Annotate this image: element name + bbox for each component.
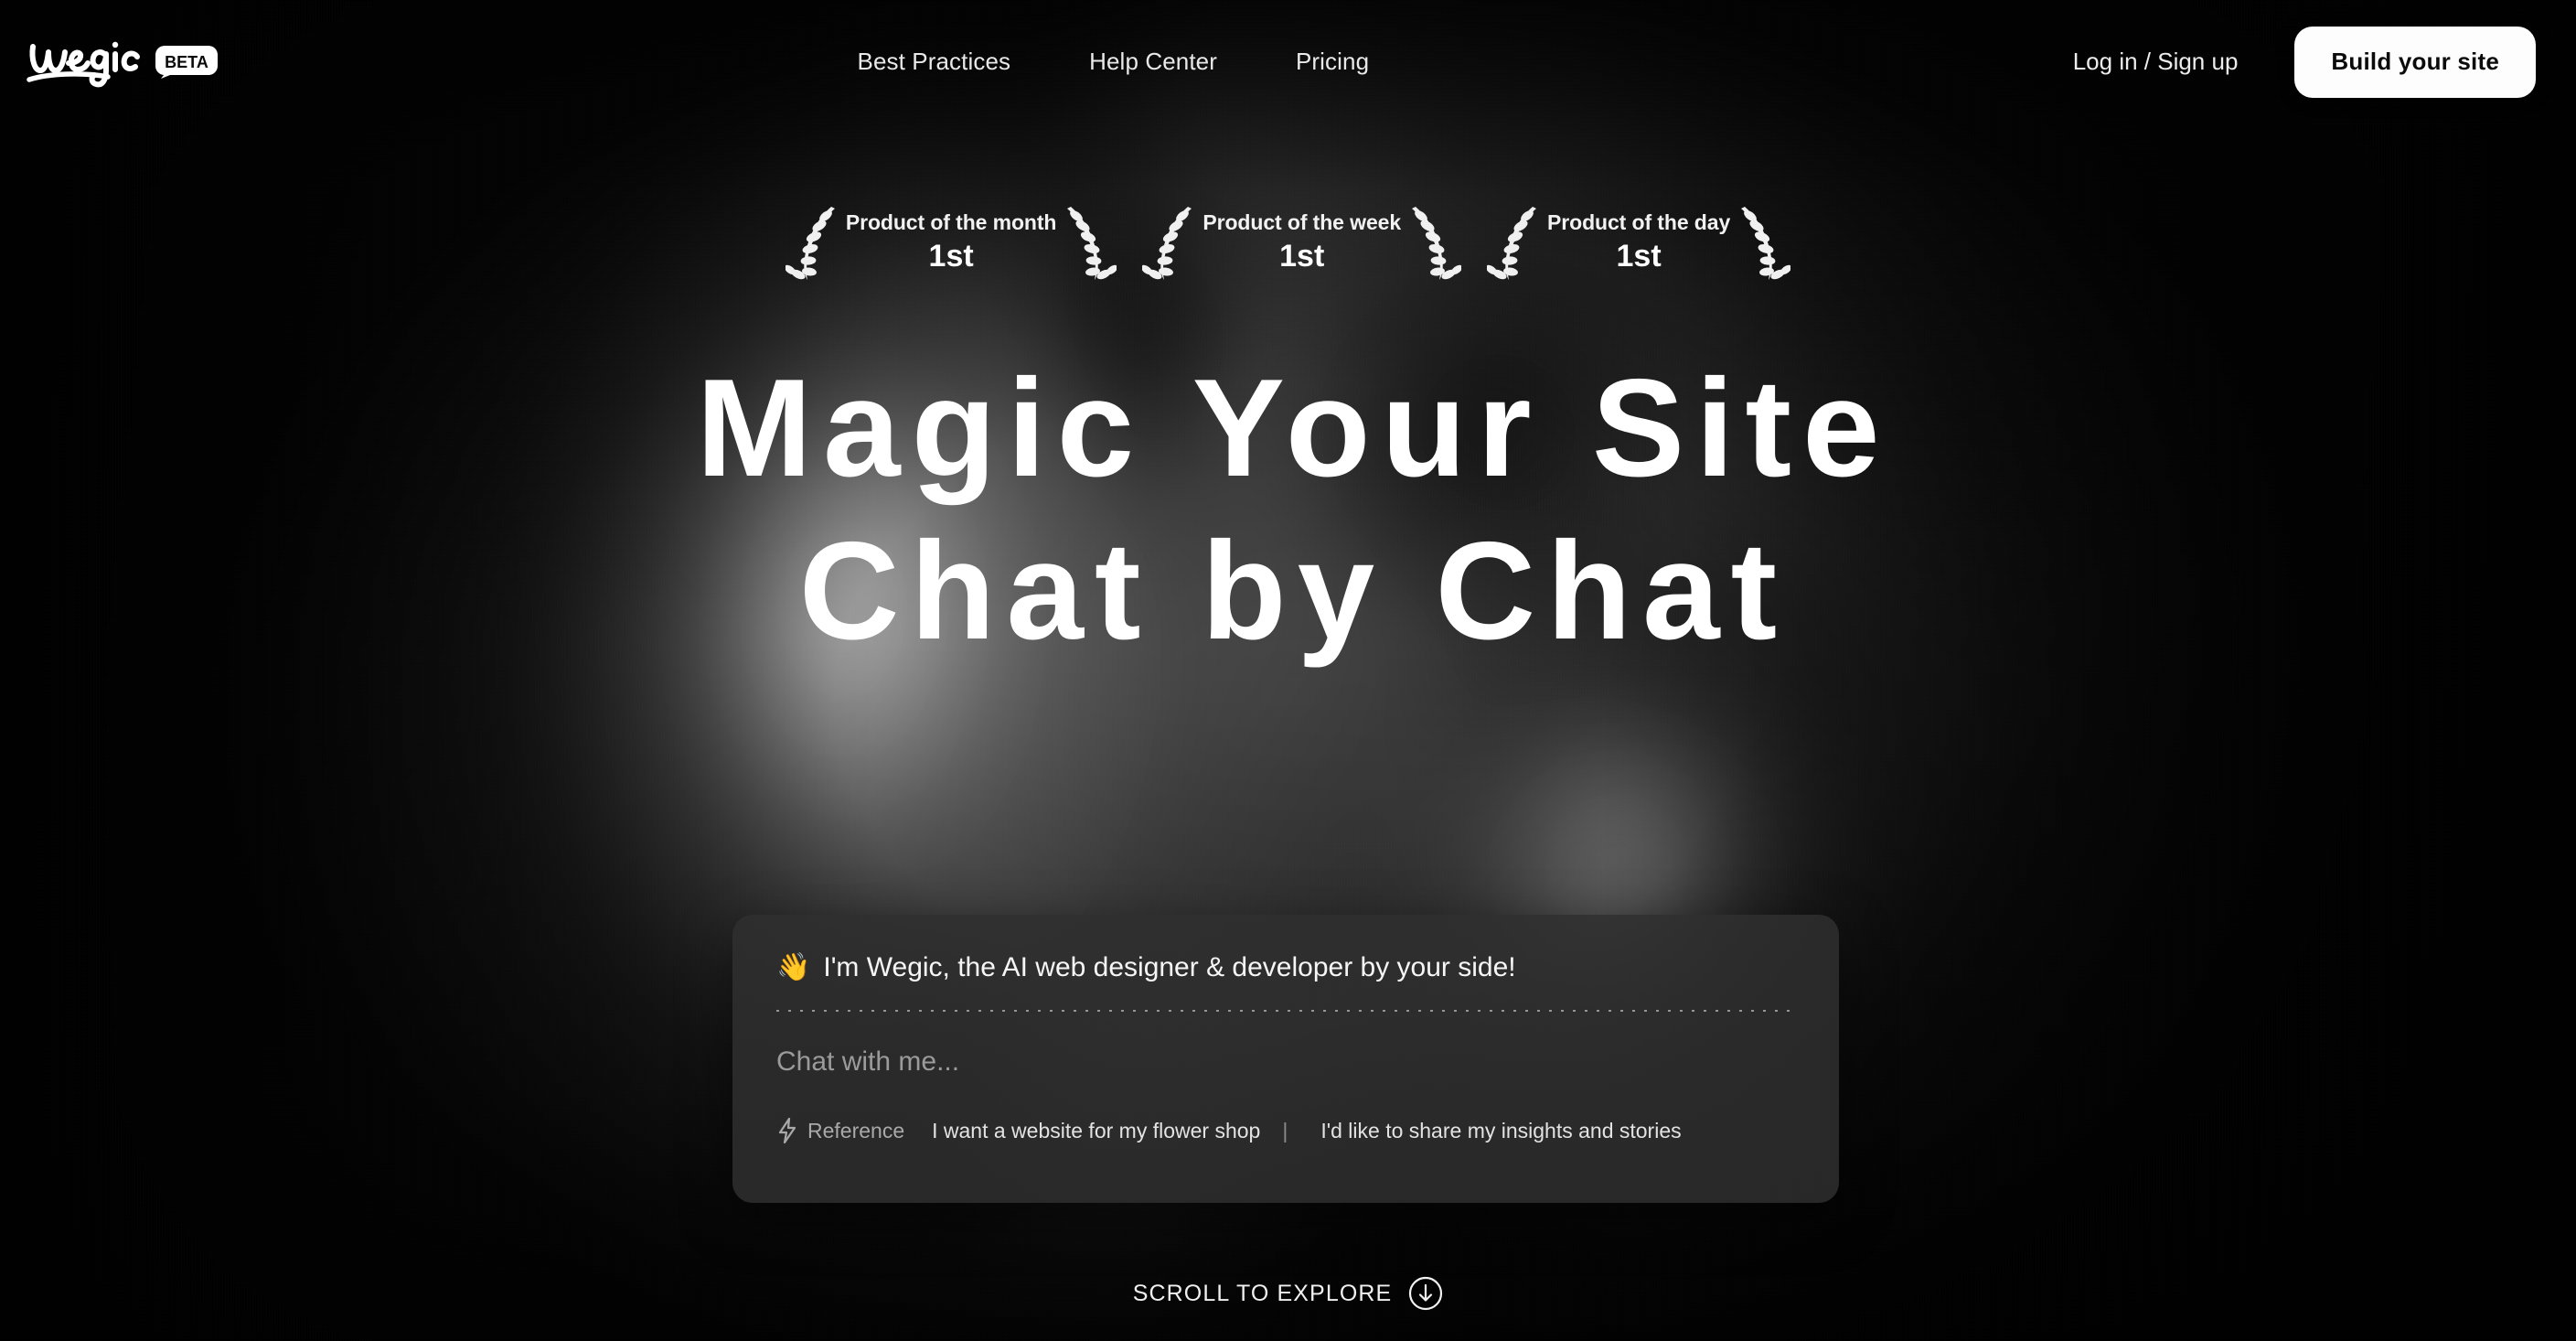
award-badge-week: Product of the week 1st [1142, 203, 1462, 282]
chat-suggestions: Reference I want a website for my flower… [776, 1118, 1795, 1143]
chat-card: 👋 I'm Wegic, the AI web designer & devel… [732, 915, 1839, 1203]
laurel-left-icon [1142, 207, 1192, 280]
lightning-bolt-icon [778, 1118, 796, 1143]
wegic-wordmark-icon [27, 41, 140, 87]
award-title: Product of the day [1547, 210, 1731, 235]
award-title: Product of the week [1202, 210, 1402, 235]
nav-link-best-practices[interactable]: Best Practices [858, 48, 1011, 76]
scroll-label: SCROLL TO EXPLORE [1132, 1280, 1393, 1306]
award-badge-day: Product of the day 1st [1487, 203, 1791, 282]
laurel-left-icon [785, 207, 835, 280]
login-signup-link[interactable]: Log in / Sign up [2073, 48, 2239, 76]
waving-hand-icon: 👋 [776, 952, 811, 982]
header-actions: Log in / Sign up Build your site [2073, 26, 2536, 98]
award-text-day: Product of the day 1st [1545, 210, 1732, 274]
award-rank: 1st [1279, 238, 1325, 274]
chat-divider [776, 1010, 1795, 1012]
reference-label: Reference [807, 1118, 905, 1143]
award-text-month: Product of the month 1st [844, 210, 1059, 274]
award-rank: 1st [928, 238, 974, 274]
award-badge-month: Product of the month 1st [785, 203, 1117, 282]
headline-line-1: Magic Your Site [696, 350, 1891, 506]
award-rank: 1st [1616, 238, 1662, 274]
award-title: Product of the month [845, 210, 1057, 235]
laurel-right-icon [1412, 207, 1462, 280]
main-navigation: Best Practices Help Center Pricing [154, 48, 2073, 76]
hero-page: BETA Best Practices Help Center Pricing … [0, 0, 2576, 1341]
laurel-right-icon [1067, 207, 1117, 280]
scroll-to-explore[interactable]: SCROLL TO EXPLORE [0, 1276, 2576, 1311]
chat-greeting-text: I'm Wegic, the AI web designer & develop… [823, 952, 1516, 982]
suggestion-separator: | [1282, 1118, 1288, 1143]
nav-link-pricing[interactable]: Pricing [1296, 48, 1369, 76]
reference-group[interactable]: Reference [776, 1118, 904, 1143]
headline-line-2: Chat by Chat [798, 513, 1789, 669]
award-text-week: Product of the week 1st [1201, 210, 1403, 274]
site-header: BETA Best Practices Help Center Pricing … [0, 0, 2576, 123]
award-badges: Product of the month 1st Product of the … [0, 203, 2576, 282]
nav-link-help-center[interactable]: Help Center [1089, 48, 1217, 76]
suggestion-chip-insights[interactable]: I'd like to share my insights and storie… [1320, 1119, 1681, 1143]
arrow-down-circle-icon [1409, 1276, 1443, 1311]
laurel-right-icon [1741, 207, 1791, 280]
laurel-left-icon [1487, 207, 1537, 280]
page-title: Magic Your Site Chat by Chat [0, 359, 2576, 660]
chat-greeting: 👋 I'm Wegic, the AI web designer & devel… [776, 951, 1795, 984]
build-your-site-button[interactable]: Build your site [2294, 26, 2536, 98]
suggestion-chip-flower-shop[interactable]: I want a website for my flower shop [932, 1119, 1260, 1143]
chat-input[interactable] [776, 1046, 1795, 1078]
